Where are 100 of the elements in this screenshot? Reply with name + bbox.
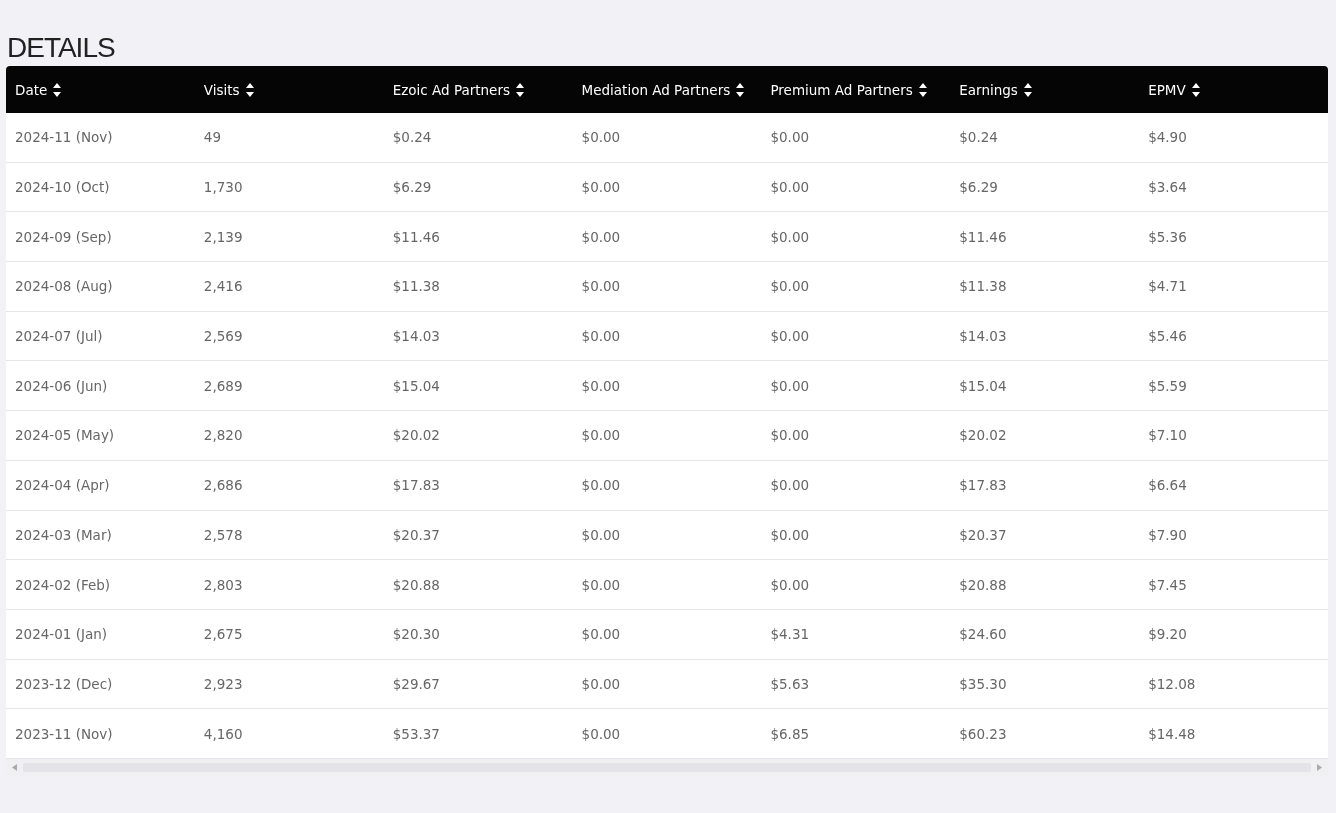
- table-cell-text: $20.37: [958, 526, 1008, 543]
- table-cell-text: $0.00: [769, 179, 811, 196]
- table-cell-text: $15.04: [958, 377, 1008, 394]
- table-cell-text: $29.67: [391, 675, 441, 692]
- table-cell-text: $7.90: [1147, 526, 1188, 543]
- table-cell-text: $0.00: [769, 477, 811, 494]
- table-cell-text: $0.00: [580, 278, 622, 295]
- table-cell-text: $4.90: [1147, 129, 1188, 146]
- table-cell-text: $0.00: [580, 427, 622, 444]
- table-cell-text: $20.88: [958, 576, 1008, 593]
- table-cell-text: 2,139: [202, 228, 244, 245]
- table-cell-text: $17.83: [391, 477, 441, 494]
- sort-icon: [1191, 82, 1200, 97]
- table-cell-text: $0.00: [769, 427, 811, 444]
- table-cell-text: $3.64: [1147, 179, 1188, 196]
- table-cell-text: 2,689: [202, 377, 244, 394]
- table-cell-text: $11.46: [391, 228, 441, 245]
- page-title: DETAILS: [6, 31, 116, 65]
- table-cell-text: 2024-03 (Mar): [14, 526, 113, 543]
- table-cell-text: 2023-11 (Nov): [14, 725, 114, 742]
- table-cell-text: $5.46: [1147, 328, 1188, 345]
- sort-icon: [245, 82, 254, 97]
- table-cell-text: $6.29: [958, 179, 999, 196]
- table-cell-text: $0.00: [580, 179, 622, 196]
- table-cell-text: 2024-06 (Jun): [14, 377, 109, 394]
- table-cell-text: $6.29: [391, 179, 433, 196]
- table-cell-text: $4.71: [1147, 278, 1188, 295]
- table-cell-text: $11.38: [391, 278, 441, 295]
- table-cell-text: $6.85: [769, 725, 811, 742]
- table-cell-text: $0.00: [580, 328, 622, 345]
- table-cell-text: $0.00: [580, 129, 622, 146]
- sort-icon: [736, 82, 745, 97]
- table-cell-text: $0.00: [580, 626, 622, 643]
- scroll-right-icon[interactable]: [1317, 763, 1322, 771]
- table-cell-text: $20.37: [391, 526, 441, 543]
- table-cell-text: $7.45: [1147, 576, 1188, 593]
- table-cell-text: $5.36: [1147, 228, 1188, 245]
- table-cell-text: $5.63: [769, 675, 811, 692]
- table-cell-text: 2024-04 (Apr): [14, 477, 111, 494]
- table-cell-text: $0.00: [769, 526, 811, 543]
- table-cell-text: $0.00: [769, 328, 811, 345]
- column-header[interactable]: Date: [6, 81, 195, 98]
- table-cell-text: 2,923: [202, 675, 244, 692]
- table-cell-text: 2023-12 (Dec): [14, 675, 114, 692]
- column-header[interactable]: Visits: [194, 81, 384, 98]
- table-cell-text: 2024-02 (Feb): [14, 576, 112, 593]
- table-cell-text: $12.08: [1147, 675, 1197, 692]
- table-cell-text: $15.04: [391, 377, 441, 394]
- scroll-left-icon[interactable]: [12, 763, 17, 771]
- table-cell-text: $14.03: [391, 328, 441, 345]
- table-cell-text: $7.10: [1147, 427, 1188, 444]
- table-cell-text: 2024-10 (Oct): [14, 179, 111, 196]
- table-cell-text: $20.30: [391, 626, 441, 643]
- sort-icon: [918, 82, 927, 97]
- table-cell-text: 1,730: [202, 179, 244, 196]
- table-cell-text: 49: [202, 129, 223, 146]
- table-cell-text: 2,675: [202, 626, 244, 643]
- table-cell-text: 2024-11 (Nov): [14, 129, 114, 146]
- table-cell-text: 2,686: [202, 477, 244, 494]
- table-cell-text: $0.00: [769, 228, 811, 245]
- table-cell-text: $24.60: [958, 626, 1008, 643]
- table-cell-text: 2,820: [202, 427, 244, 444]
- column-header[interactable]: Earnings: [950, 81, 1140, 98]
- table-cell-text: $0.00: [580, 675, 622, 692]
- table-cell-text: $0.00: [580, 477, 622, 494]
- table-cell-text: $0.00: [580, 228, 622, 245]
- table-cell-text: 2024-05 (May): [14, 427, 116, 444]
- table-cell-text: 2,569: [202, 328, 244, 345]
- table-cell-text: $20.88: [391, 576, 441, 593]
- table-cell-text: $4.31: [769, 626, 811, 643]
- table-cell-text: $20.02: [391, 427, 441, 444]
- table-cell-text: $0.24: [958, 129, 999, 146]
- table-cell-text: 4,160: [202, 725, 244, 742]
- table-cell-text: 2024-01 (Jan): [14, 626, 109, 643]
- table-cell-text: $53.37: [391, 725, 441, 742]
- column-header[interactable]: EPMV: [1139, 81, 1328, 98]
- table-cell-text: 2024-07 (Jul): [14, 328, 104, 345]
- column-header[interactable]: Ezoic Ad Partners: [383, 81, 573, 98]
- table-cell-text: $5.59: [1147, 377, 1188, 394]
- table-cell-text: $0.00: [580, 725, 622, 742]
- table-cell-text: $0.00: [580, 377, 622, 394]
- table-cell-text: $0.00: [769, 377, 811, 394]
- table-cell-text: $17.83: [958, 477, 1008, 494]
- sort-icon: [53, 82, 62, 97]
- table-cell-text: $0.00: [580, 526, 622, 543]
- sort-icon: [516, 82, 524, 97]
- table-cell-text: $0.24: [391, 129, 433, 146]
- table-cell-text: $35.30: [958, 675, 1008, 692]
- table-cell-text: $14.48: [1147, 725, 1197, 742]
- table-cell-text: $14.03: [958, 328, 1008, 345]
- column-header[interactable]: Premium Ad Partners: [761, 81, 951, 98]
- table-cell-text: 2,578: [202, 526, 244, 543]
- table-cell-text: $0.00: [769, 278, 811, 295]
- table-cell-text: 2,803: [202, 576, 244, 593]
- table-cell-text: $11.46: [958, 228, 1008, 245]
- table-cell-text: 2024-09 (Sep): [14, 228, 113, 245]
- table-cell-text: $9.20: [1147, 626, 1188, 643]
- table-cell-text: $11.38: [958, 278, 1008, 295]
- table-cell-text: $0.00: [769, 576, 811, 593]
- column-header[interactable]: Mediation Ad Partners: [572, 81, 762, 98]
